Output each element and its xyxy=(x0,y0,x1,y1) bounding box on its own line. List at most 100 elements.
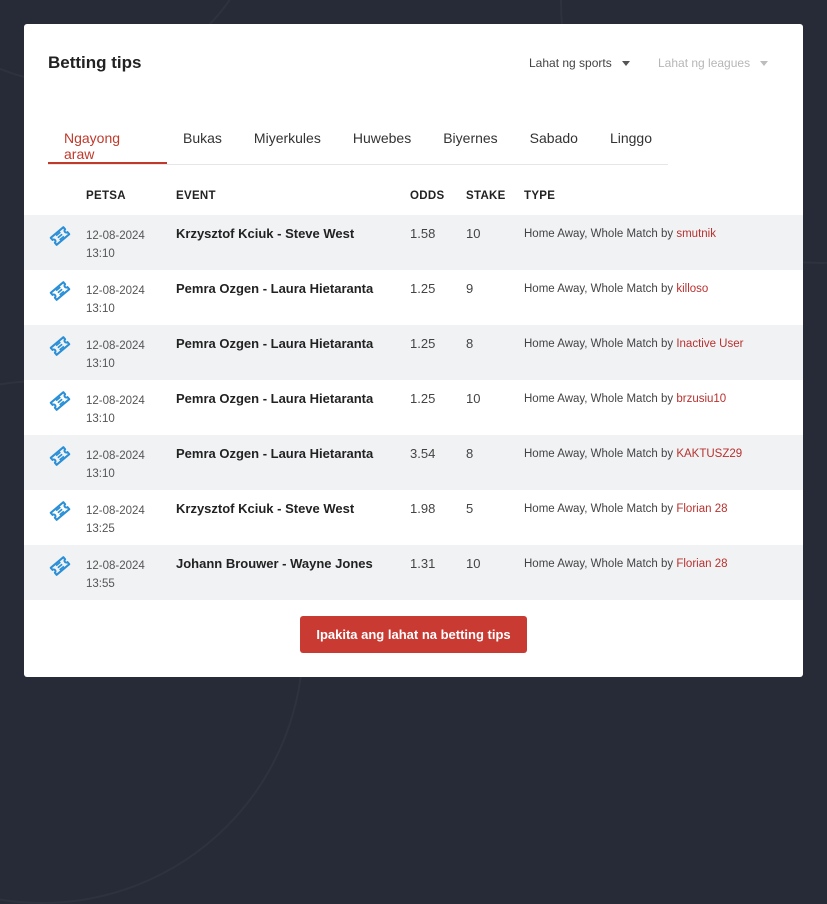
tab-sunday[interactable]: Linggo xyxy=(594,120,668,164)
tip-date: 12-08-2024 xyxy=(86,230,145,242)
tip-event[interactable]: Krzysztof Kciuk - Steve West xyxy=(176,501,354,516)
tip-date: 12-08-2024 xyxy=(86,285,145,297)
tab-friday[interactable]: Biyernes xyxy=(427,120,513,164)
ticket-icon xyxy=(49,281,71,301)
table-header: PETSA EVENT ODDS STAKE TYPE xyxy=(24,190,803,214)
tab-tomorrow[interactable]: Bukas xyxy=(167,120,238,164)
tip-type: Home Away, Whole Match by killoso xyxy=(524,283,708,295)
tip-event[interactable]: Pemra Ozgen - Laura Hietaranta xyxy=(176,336,373,351)
chevron-down-icon xyxy=(621,60,630,66)
tip-type: Home Away, Whole Match by Florian 28 xyxy=(524,558,727,570)
tip-datetime: 12-08-2024 13:10 xyxy=(86,337,145,373)
tip-time: 13:55 xyxy=(86,578,115,590)
column-header-type: TYPE xyxy=(524,190,556,202)
tipster-link[interactable]: Inactive User xyxy=(676,338,743,350)
tip-stake: 10 xyxy=(466,226,481,241)
tab-today[interactable]: Ngayong araw xyxy=(48,120,167,164)
tip-odds: 1.58 xyxy=(410,226,436,241)
tip-odds: 3.54 xyxy=(410,446,436,461)
tip-stake: 8 xyxy=(466,336,474,351)
ticket-icon xyxy=(49,226,71,246)
column-header-odds: ODDS xyxy=(410,190,445,202)
tip-time: 13:25 xyxy=(86,523,115,535)
table-row[interactable]: 12-08-2024 13:25 Krzysztof Kciuk - Steve… xyxy=(24,490,803,545)
tip-date: 12-08-2024 xyxy=(86,395,145,407)
tip-event[interactable]: Pemra Ozgen - Laura Hietaranta xyxy=(176,446,373,461)
tip-datetime: 12-08-2024 13:25 xyxy=(86,502,145,538)
tip-type-text: Home Away, Whole Match by xyxy=(524,448,674,460)
betting-tips-card: Betting tips Lahat ng sports Lahat ng le… xyxy=(24,24,803,677)
chevron-down-icon xyxy=(760,60,769,66)
tipster-link[interactable]: Florian 28 xyxy=(676,503,727,515)
tip-event[interactable]: Pemra Ozgen - Laura Hietaranta xyxy=(176,391,373,406)
table-row[interactable]: 12-08-2024 13:10 Pemra Ozgen - Laura Hie… xyxy=(24,380,803,435)
tipster-link[interactable]: brzusiu10 xyxy=(676,393,726,405)
sports-filter-label: Lahat ng sports xyxy=(529,56,612,70)
show-all-tips-button[interactable]: Ipakita ang lahat na betting tips xyxy=(300,616,527,653)
tip-type-text: Home Away, Whole Match by xyxy=(524,503,674,515)
tip-date: 12-08-2024 xyxy=(86,450,145,462)
tip-type-text: Home Away, Whole Match by xyxy=(524,283,674,295)
tip-odds: 1.31 xyxy=(410,556,436,571)
tip-stake: 10 xyxy=(466,556,481,571)
tip-odds: 1.98 xyxy=(410,501,436,516)
tip-time: 13:10 xyxy=(86,248,115,260)
tip-datetime: 12-08-2024 13:10 xyxy=(86,392,145,428)
tip-datetime: 12-08-2024 13:10 xyxy=(86,282,145,318)
tip-event[interactable]: Johann Brouwer - Wayne Jones xyxy=(176,556,373,571)
sports-filter-dropdown[interactable]: Lahat ng sports xyxy=(529,56,630,70)
tip-stake: 10 xyxy=(466,391,481,406)
tip-stake: 8 xyxy=(466,446,474,461)
tip-odds: 1.25 xyxy=(410,336,436,351)
tip-odds: 1.25 xyxy=(410,281,436,296)
tip-type: Home Away, Whole Match by smutnik xyxy=(524,228,716,240)
tip-time: 13:10 xyxy=(86,468,115,480)
tipster-link[interactable]: smutnik xyxy=(676,228,716,240)
tip-datetime: 12-08-2024 13:10 xyxy=(86,447,145,483)
tip-type-text: Home Away, Whole Match by xyxy=(524,228,674,240)
tip-type: Home Away, Whole Match by brzusiu10 xyxy=(524,393,726,405)
table-row[interactable]: 12-08-2024 13:10 Pemra Ozgen - Laura Hie… xyxy=(24,270,803,325)
tip-datetime: 12-08-2024 13:55 xyxy=(86,557,145,593)
ticket-icon xyxy=(49,501,71,521)
tip-event[interactable]: Krzysztof Kciuk - Steve West xyxy=(176,226,354,241)
tip-odds: 1.25 xyxy=(410,391,436,406)
page-title: Betting tips xyxy=(48,53,142,72)
tip-type: Home Away, Whole Match by KAKTUSZ29 xyxy=(524,448,742,460)
ticket-icon xyxy=(49,336,71,356)
column-header-date: PETSA xyxy=(86,190,126,202)
tip-stake: 5 xyxy=(466,501,474,516)
ticket-icon xyxy=(49,446,71,466)
tipster-link[interactable]: killoso xyxy=(676,283,708,295)
tab-saturday[interactable]: Sabado xyxy=(514,120,594,164)
tip-type-text: Home Away, Whole Match by xyxy=(524,393,674,405)
tip-time: 13:10 xyxy=(86,413,115,425)
tab-wednesday[interactable]: Miyerkules xyxy=(238,120,337,164)
tip-time: 13:10 xyxy=(86,358,115,370)
tip-stake: 9 xyxy=(466,281,474,296)
column-header-event: EVENT xyxy=(176,190,216,202)
table-row[interactable]: 12-08-2024 13:55 Johann Brouwer - Wayne … xyxy=(24,545,803,600)
tip-date: 12-08-2024 xyxy=(86,560,145,572)
day-tabs: Ngayong araw Bukas Miyerkules Huwebes Bi… xyxy=(48,120,668,165)
tab-thursday[interactable]: Huwebes xyxy=(337,120,427,164)
leagues-filter-dropdown[interactable]: Lahat ng leagues xyxy=(658,56,769,70)
column-header-stake: STAKE xyxy=(466,190,506,202)
tip-type-text: Home Away, Whole Match by xyxy=(524,558,674,570)
ticket-icon xyxy=(49,556,71,576)
tip-date: 12-08-2024 xyxy=(86,340,145,352)
tip-date: 12-08-2024 xyxy=(86,505,145,517)
table-row[interactable]: 12-08-2024 13:10 Pemra Ozgen - Laura Hie… xyxy=(24,435,803,490)
tip-event[interactable]: Pemra Ozgen - Laura Hietaranta xyxy=(176,281,373,296)
tipster-link[interactable]: KAKTUSZ29 xyxy=(676,448,742,460)
table-row[interactable]: 12-08-2024 13:10 Pemra Ozgen - Laura Hie… xyxy=(24,325,803,380)
tip-type: Home Away, Whole Match by Inactive User xyxy=(524,338,743,350)
table-row[interactable]: 12-08-2024 13:10 Krzysztof Kciuk - Steve… xyxy=(24,215,803,270)
tip-type: Home Away, Whole Match by Florian 28 xyxy=(524,503,727,515)
tip-datetime: 12-08-2024 13:10 xyxy=(86,227,145,263)
leagues-filter-label: Lahat ng leagues xyxy=(658,56,751,70)
tip-type-text: Home Away, Whole Match by xyxy=(524,338,674,350)
ticket-icon xyxy=(49,391,71,411)
tipster-link[interactable]: Florian 28 xyxy=(676,558,727,570)
tip-time: 13:10 xyxy=(86,303,115,315)
